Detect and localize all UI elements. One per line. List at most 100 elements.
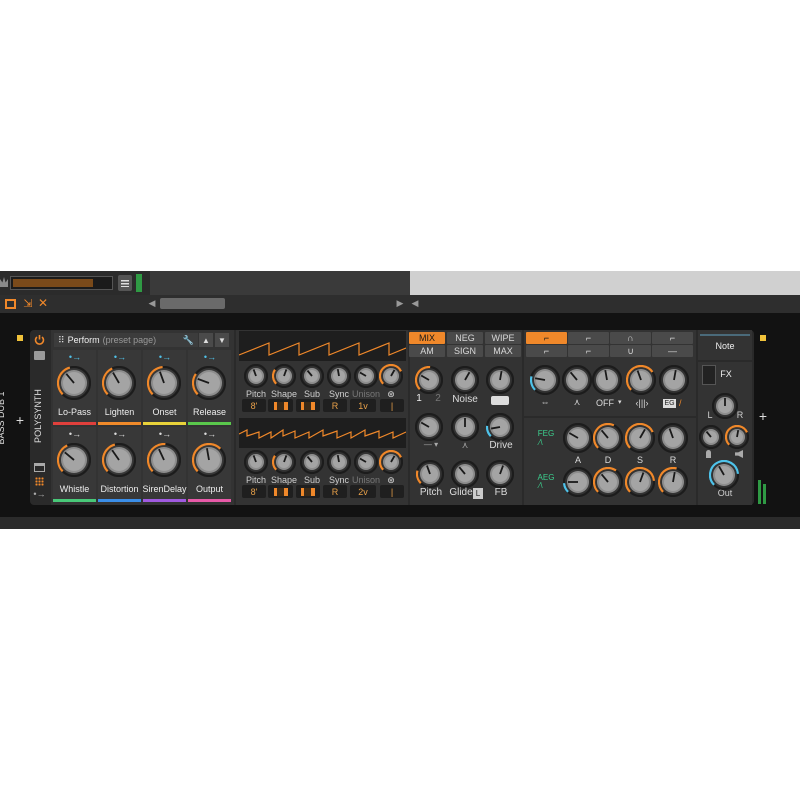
osc2-value-cell[interactable]: |	[380, 485, 404, 498]
osc2-value-cell[interactable]: R	[323, 485, 347, 498]
osc1-width-knob[interactable]	[379, 364, 403, 388]
pan-knob[interactable]	[712, 393, 738, 419]
scroll-left-icon-2[interactable]: ◀	[410, 298, 420, 309]
feg-a-knob[interactable]	[563, 423, 593, 453]
osc1-value-cell[interactable]: 1v	[350, 399, 376, 412]
osc2-value-cell[interactable]: 2v	[350, 485, 376, 498]
osc2-sub-knob[interactable]	[300, 450, 324, 474]
remote-knob-6[interactable]	[102, 443, 136, 477]
osc2-unison-knob[interactable]	[354, 450, 378, 474]
mix-mode-button-max[interactable]: MAX	[485, 345, 521, 357]
filter-keytrack-knob[interactable]	[592, 365, 622, 395]
osc1-value-cell[interactable]: R	[323, 399, 347, 412]
mix-mode-button-sign[interactable]: SIGN	[447, 345, 483, 357]
filter-type-button-8[interactable]: —	[652, 345, 693, 357]
modulation-arrow-icon[interactable]: •→	[112, 352, 128, 362]
filter-type-button-6[interactable]: ⌐	[568, 345, 609, 357]
add-device-left-button[interactable]: +	[13, 412, 27, 428]
note-button[interactable]: Note	[700, 334, 750, 356]
osc1-value-cell[interactable]	[296, 399, 320, 412]
remote-knob-2[interactable]	[102, 366, 136, 400]
osc-mix-knob[interactable]	[415, 366, 443, 394]
aeg-a-knob[interactable]	[563, 467, 593, 497]
feg-r-knob[interactable]	[658, 423, 688, 453]
fx-send-knob[interactable]	[699, 425, 723, 449]
mix-mode-button-mix[interactable]: MIX	[409, 332, 445, 344]
glide-mode-badge[interactable]: L	[473, 488, 483, 499]
mix-mode-button-neg[interactable]: NEG	[447, 332, 483, 344]
pitch-env-knob[interactable]	[416, 460, 444, 488]
remote-knob-5[interactable]	[57, 443, 91, 477]
aeg-s-knob[interactable]	[625, 467, 655, 497]
feg-s-knob[interactable]	[625, 423, 655, 453]
add-device-right-button[interactable]: +	[756, 408, 770, 424]
remote-knob-3[interactable]	[147, 366, 181, 400]
osc1-unison-knob[interactable]	[354, 364, 378, 388]
osc2-sync-knob[interactable]	[327, 450, 351, 474]
filter-type-button-2[interactable]: ⌐	[568, 332, 609, 344]
dropdown-icon[interactable]: ▾	[618, 398, 626, 406]
filter-type-button-3[interactable]: ∩	[610, 332, 651, 344]
drive-knob[interactable]	[486, 413, 514, 441]
preset-page-selector[interactable]: ⠿ Perform (preset page) 🔧	[54, 333, 198, 347]
osc2-value-cell[interactable]	[296, 485, 320, 498]
osc1-pitch-knob[interactable]	[244, 364, 268, 388]
osc2-shape-knob[interactable]	[272, 450, 296, 474]
osc1-value-cell[interactable]: |	[380, 399, 404, 412]
grid-icon[interactable]	[35, 477, 44, 486]
osc1-shape-knob[interactable]	[272, 364, 296, 388]
aeg-d-knob[interactable]	[593, 467, 623, 497]
filter-type-button-5[interactable]: ⌐	[526, 345, 567, 357]
page-down-button[interactable]: ▼	[215, 333, 229, 347]
fb-knob[interactable]	[486, 460, 514, 488]
filter-type-button-7[interactable]: ∪	[610, 345, 651, 357]
wrench-icon[interactable]: 🔧	[183, 335, 194, 346]
folder-icon[interactable]	[34, 351, 45, 360]
wave-shape-knob[interactable]	[415, 413, 443, 441]
feg-d-knob[interactable]	[593, 423, 623, 453]
filter-eg-knob[interactable]	[659, 365, 689, 395]
modulation-arrow-icon[interactable]: •→	[202, 352, 218, 362]
window-icon[interactable]	[34, 463, 45, 472]
modulation-arrow-icon[interactable]: •→	[112, 429, 128, 439]
scrollbar-thumb[interactable]	[160, 298, 225, 309]
modulation-arrow-icon[interactable]: •→	[67, 429, 83, 439]
filter-cutoff-knob[interactable]	[530, 365, 560, 395]
remote-knob-4[interactable]	[192, 366, 226, 400]
fx-toggle[interactable]	[702, 365, 716, 385]
noise-knob[interactable]	[451, 366, 479, 394]
page-up-button[interactable]: ▲	[199, 333, 213, 347]
list-icon[interactable]	[118, 275, 132, 291]
close-icon[interactable]: ✕	[37, 296, 49, 310]
osc1-value-cell[interactable]: 8'	[242, 399, 266, 412]
modulation-arrow-icon[interactable]: •→	[67, 352, 83, 362]
osc1-sync-knob[interactable]	[327, 364, 351, 388]
filter-type-button-4[interactable]: ⌐	[652, 332, 693, 344]
remote-knob-7[interactable]	[147, 443, 181, 477]
filter-env-knob[interactable]	[626, 365, 656, 395]
chain-icon[interactable]	[5, 299, 16, 309]
aeg-r-knob[interactable]	[658, 467, 688, 497]
device-power-icon[interactable]	[34, 334, 45, 345]
osc1-value-cell[interactable]	[268, 399, 293, 412]
remote-knob-1[interactable]	[57, 366, 91, 400]
scroll-left-icon[interactable]: ◀	[147, 298, 157, 309]
mix-mode-button-wipe[interactable]: WIPE	[485, 332, 521, 344]
filter-res-knob[interactable]	[562, 365, 592, 395]
remote-knob-8[interactable]	[192, 443, 226, 477]
filter-feed-knob[interactable]	[451, 413, 479, 441]
arrow-down-icon[interactable]: ⇲	[22, 297, 34, 310]
osc2-value-cell[interactable]	[268, 485, 293, 498]
noise-color-knob[interactable]	[486, 366, 514, 394]
modulation-arrow-icon[interactable]: •→	[202, 429, 218, 439]
scroll-right-icon[interactable]: ▶	[395, 298, 405, 309]
filter-type-button-1[interactable]: ⌐	[526, 332, 567, 344]
osc1-sub-knob[interactable]	[300, 364, 324, 388]
output-knob[interactable]	[709, 460, 739, 490]
glide-knob[interactable]	[451, 460, 479, 488]
fx-return-knob[interactable]	[725, 425, 749, 449]
osc2-pitch-knob[interactable]	[244, 450, 268, 474]
osc2-width-knob[interactable]	[379, 450, 403, 474]
modulation-arrow-icon[interactable]: •→	[157, 429, 173, 439]
modulator-arrow-icon[interactable]: •→	[33, 489, 46, 499]
